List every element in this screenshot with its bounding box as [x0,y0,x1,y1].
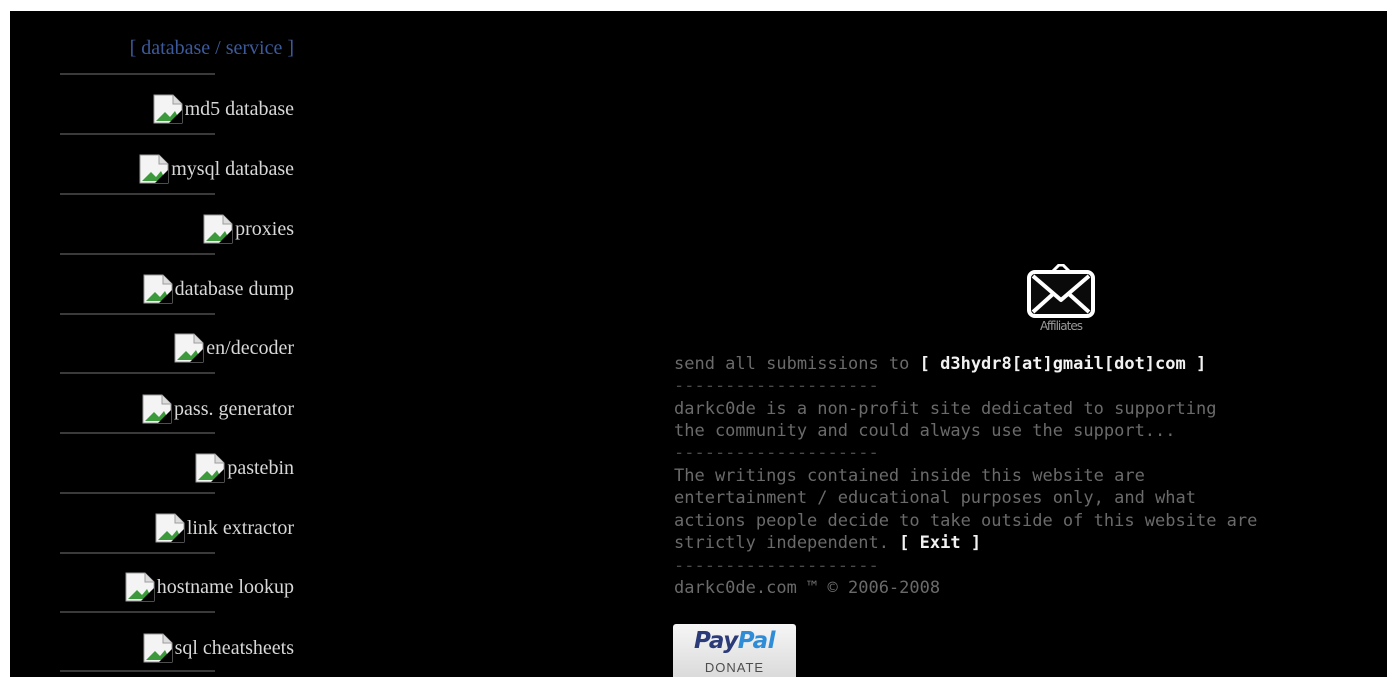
broken-image-icon [174,333,204,363]
sidebar-divider [60,253,215,255]
sidebar-divider [60,611,215,613]
broken-image-icon [142,394,172,424]
sidebar-item-pass-generator[interactable]: pass. generator [142,394,294,424]
sidebar-item-label: database dump [174,277,294,300]
separator: -------------------- [674,443,879,463]
broken-image-icon [155,513,185,543]
paypal-logo-pal: Pal [737,628,776,654]
affiliates-alt-text: Affiliates [1040,319,1083,333]
paypal-logo: PayPal [673,628,796,654]
sidebar-header-link[interactable]: [ database / service ] [10,37,294,60]
paypal-donate-button[interactable]: PayPal DONATE [673,624,796,677]
separator: -------------------- [674,556,879,576]
sidebar-item-proxies[interactable]: proxies [203,214,294,244]
sidebar-divider [60,193,215,195]
separator: -------------------- [674,376,879,396]
broken-image-icon [139,154,169,184]
sidebar-item-label: sql cheatsheets [174,636,294,659]
sidebar-item-label: link extractor [186,516,294,539]
sidebar-item-database-dump[interactable]: database dump [143,274,294,304]
sidebar-item-md5-database[interactable]: md5 database [153,94,294,124]
sidebar-divider [60,133,215,135]
submissions-text: send all submissions to [674,354,920,374]
nonprofit-text-line: darkc0de is a non-profit site dedicated … [674,399,1217,419]
page-frame: [ database / service ] md5 database mysq… [10,11,1387,677]
submissions-line: send all submissions to [ d3hydr8[at]gma… [674,353,1206,376]
sidebar-item-label: hostname lookup [156,575,294,598]
sidebar-item-mysql-database[interactable]: mysql database [139,154,294,184]
paypal-logo-pay: Pay [694,628,738,654]
broken-image-icon [143,274,173,304]
sidebar-item-en-decoder[interactable]: en/decoder [174,333,294,363]
sidebar-item-link-extractor[interactable]: link extractor [155,513,294,543]
donate-label: DONATE [704,660,765,675]
disclaimer-text: strictly independent. [674,533,900,553]
sidebar-item-label: md5 database [184,97,294,120]
sidebar-divider [60,552,215,554]
sidebar-item-pastebin[interactable]: pastebin [195,453,294,483]
sidebar-item-label: pastebin [227,456,294,479]
sidebar-divider [60,670,215,672]
sidebar-divider [60,492,215,494]
sidebar-item-label: mysql database [171,157,294,180]
nonprofit-text-line: the community and could always use the s… [674,421,1176,441]
sidebar-divider [60,73,215,75]
broken-image-icon [143,633,173,663]
submissions-email-link[interactable]: [ d3hydr8[at]gmail[dot]com ] [920,354,1207,374]
sidebar-item-label: en/decoder [206,336,294,359]
disclaimer-text-line: The writings contained inside this websi… [674,466,1145,486]
envelope-icon[interactable]: Affiliates [1025,263,1097,336]
disclaimer-text-line: entertainment / educational purposes onl… [674,488,1196,508]
sidebar-divider [60,313,215,315]
broken-image-icon [125,572,155,602]
sidebar-item-label: pass. generator [174,397,294,420]
sidebar-item-hostname-lookup[interactable]: hostname lookup [125,572,294,602]
sidebar: [ database / service ] md5 database mysq… [10,11,305,677]
sidebar-item-sql-cheatsheets[interactable]: sql cheatsheets [143,633,294,663]
broken-image-icon [195,453,225,483]
disclaimer-last-line: strictly independent. [ Exit ] [674,532,981,555]
exit-link[interactable]: [ Exit ] [899,533,981,553]
copyright-text: darkc0de.com ™ © 2006-2008 [674,578,941,598]
disclaimer-text-line: actions people decide to take outside of… [674,511,1258,531]
sidebar-divider [60,432,215,434]
sidebar-divider [60,372,215,374]
broken-image-icon [153,94,183,124]
broken-image-icon [203,214,233,244]
sidebar-item-label: proxies [235,217,294,240]
